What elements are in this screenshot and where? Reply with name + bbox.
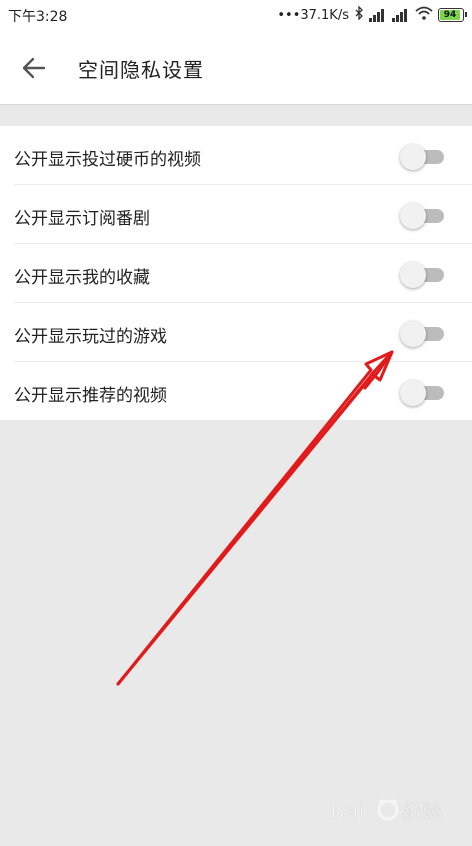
- status-bar: 下午3:28 •••37.1K/s 94: [0, 0, 472, 30]
- setting-label: 公开显示订阅番剧: [14, 209, 150, 229]
- svg-text:Bai: Bai: [330, 799, 365, 824]
- setting-label: 公开显示玩过的游戏: [14, 327, 167, 347]
- setting-row-favorites: 公开显示我的收藏: [14, 244, 472, 303]
- toggle-thumb: [400, 144, 426, 170]
- battery-icon: 94: [438, 8, 467, 22]
- toggle-switch[interactable]: [400, 262, 444, 288]
- network-speed: •••37.1K/s: [277, 7, 349, 23]
- status-time: 下午3:28: [8, 9, 68, 25]
- status-icons: •••37.1K/s 94: [277, 5, 467, 24]
- app-header: 空间隐私设置: [0, 30, 472, 105]
- toggle-switch[interactable]: [400, 203, 444, 229]
- arrow-left-icon: [22, 57, 46, 79]
- wifi-icon: [415, 6, 433, 24]
- page-title: 空间隐私设置: [78, 58, 204, 82]
- bluetooth-icon: [354, 5, 364, 24]
- toggle-switch[interactable]: [400, 144, 444, 170]
- setting-label: 公开显示我的收藏: [14, 268, 150, 288]
- setting-label: 公开显示推荐的视频: [14, 386, 167, 406]
- toggle-thumb: [400, 262, 426, 288]
- battery-level: 94: [440, 10, 460, 20]
- toggle-thumb: [400, 203, 426, 229]
- toggle-thumb: [400, 321, 426, 347]
- toggle-switch[interactable]: [400, 321, 444, 347]
- setting-label: 公开显示投过硬币的视频: [14, 150, 201, 170]
- signal-icon: [392, 8, 410, 22]
- toggle-thumb: [400, 380, 426, 406]
- signal-icon: [369, 8, 387, 22]
- setting-row-subscribed-bangumi: 公开显示订阅番剧: [14, 185, 472, 244]
- back-button[interactable]: [18, 52, 50, 84]
- setting-row-recommended-videos: 公开显示推荐的视频: [14, 362, 472, 420]
- setting-row-played-games: 公开显示玩过的游戏: [14, 303, 472, 362]
- privacy-settings-list: 公开显示投过硬币的视频 公开显示订阅番剧 公开显示我的收藏 公开显示玩过的游戏 …: [0, 126, 472, 420]
- baidu-watermark: Bai 经验: [330, 790, 460, 830]
- toggle-switch[interactable]: [400, 380, 444, 406]
- svg-text:经验: 经验: [402, 799, 442, 823]
- setting-row-coin-videos: 公开显示投过硬币的视频: [14, 126, 472, 185]
